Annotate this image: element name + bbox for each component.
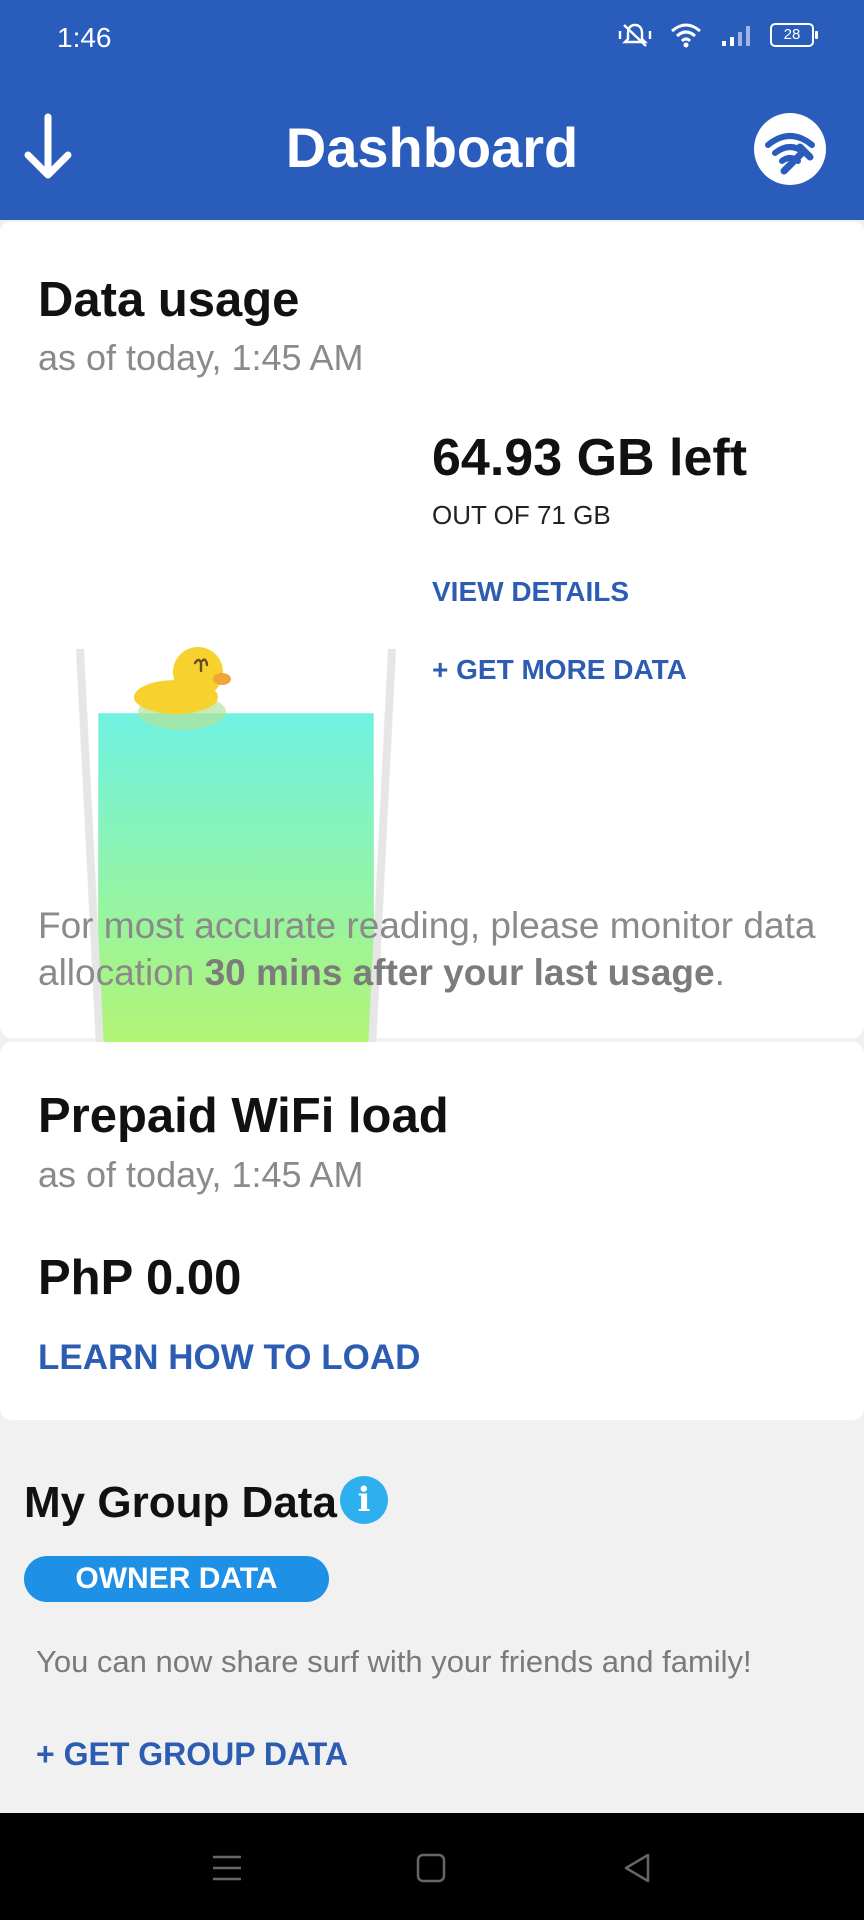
home-icon[interactable] [414, 1851, 448, 1885]
data-usage-title: Data usage [38, 273, 300, 327]
menu-icon[interactable] [210, 1853, 244, 1883]
wifi-settings-button[interactable] [754, 113, 826, 185]
app-bar: Dashboard [0, 75, 864, 220]
status-time: 1:46 [57, 22, 112, 53]
signal-icon [722, 26, 750, 46]
data-glass-illustration [76, 647, 396, 1085]
prepaid-load-card: Prepaid WiFi load as of today, 1:45 AM P… [0, 1042, 864, 1420]
get-group-data-link[interactable]: + GET GROUP DATA [36, 1736, 348, 1773]
owner-data-badge[interactable]: OWNER DATA [24, 1556, 329, 1602]
learn-how-to-load-link[interactable]: LEARN HOW TO LOAD [38, 1338, 420, 1378]
data-remaining: 64.93 GB left [432, 429, 748, 487]
rubber-duck-icon [134, 647, 231, 730]
prepaid-amount: PhP 0.00 [38, 1251, 242, 1305]
accuracy-note: For most accurate reading, please monito… [38, 902, 838, 996]
accuracy-note-end: . [714, 952, 725, 993]
info-icon[interactable]: i [340, 1476, 388, 1524]
prepaid-timestamp: as of today, 1:45 AM [38, 1154, 364, 1195]
battery-icon: 28 [770, 23, 818, 47]
status-icons: 28 [618, 22, 818, 48]
system-nav-bar [0, 1813, 864, 1920]
data-usage-card: Data usage as of today, 1:45 AM 64.93 GB… [0, 222, 864, 1085]
get-more-data-link[interactable]: + GET MORE DATA [432, 654, 687, 686]
back-icon[interactable] [620, 1851, 654, 1885]
prepaid-title: Prepaid WiFi load [38, 1089, 449, 1143]
status-bar: 1:46 28 [0, 0, 864, 75]
mute-vibrate-icon [618, 23, 652, 47]
wifi-wrench-icon [765, 133, 815, 175]
group-data-title: My Group Data [24, 1478, 337, 1527]
data-total: OUT OF 71 GB [432, 500, 611, 530]
wifi-icon [671, 23, 701, 48]
data-level-fill [98, 713, 374, 1073]
group-data-note: You can now share surf with your friends… [36, 1644, 752, 1679]
accuracy-note-bold: 30 mins after your last usage [204, 952, 715, 993]
page-title: Dashboard [285, 116, 579, 179]
data-usage-timestamp: as of today, 1:45 AM [38, 337, 364, 378]
view-details-link[interactable]: VIEW DETAILS [432, 576, 629, 608]
